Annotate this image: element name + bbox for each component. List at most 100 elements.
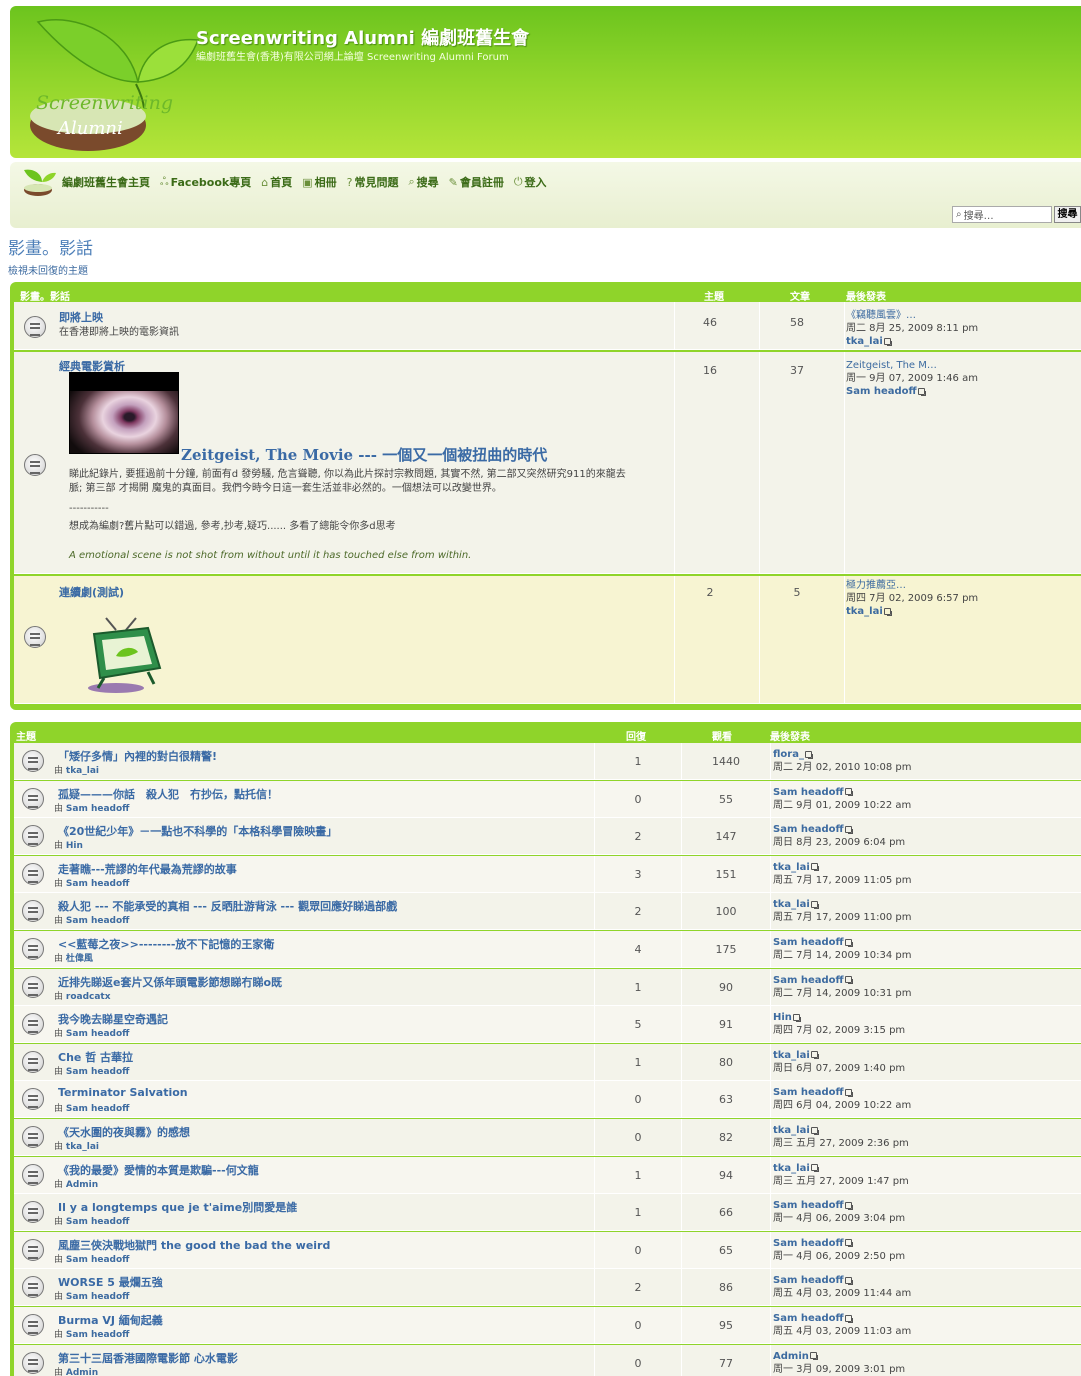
goto-post-icon[interactable]: [810, 1051, 819, 1060]
topic-title[interactable]: 《20世紀少年》－一點也不科學的「本格科學冒險映畫」: [58, 823, 337, 839]
topic-author[interactable]: Sam headoff: [66, 1330, 130, 1340]
last-post-user[interactable]: tka_lai: [773, 1163, 810, 1174]
topic-title[interactable]: <<藍莓之夜>>--------放不下記憶的王家衛: [58, 936, 274, 952]
nav-link-login[interactable]: ⏻ 登入: [514, 174, 547, 190]
last-post-user[interactable]: Sam headoff: [773, 787, 844, 798]
last-post-user[interactable]: tka_lai: [846, 606, 883, 617]
topic-row[interactable]: 「矮仔多情」內裡的對白很精警! 由 tka_lai 1 1440 flora_ 周二 2月…: [14, 743, 1081, 780]
last-post-user[interactable]: Hin: [773, 1012, 792, 1023]
topic-author[interactable]: Sam headoff: [66, 1217, 130, 1227]
forum-title[interactable]: 連續劇(測試): [59, 584, 124, 600]
last-post-user[interactable]: tka_lai: [846, 336, 883, 347]
topic-author[interactable]: Sam headoff: [66, 804, 130, 814]
topic-title[interactable]: 第三十三屆香港國際電影節 心水電影: [58, 1350, 238, 1366]
page-title[interactable]: 影畫。影話: [8, 234, 93, 259]
topic-author[interactable]: Sam headoff: [66, 1067, 130, 1077]
topic-row[interactable]: 風塵三俠決戰地獄門 the good the bad the weird 由 Sa…: [14, 1231, 1081, 1269]
topic-title[interactable]: 《天水圍的夜與霧》的感想: [58, 1124, 190, 1140]
site-logo[interactable]: Screenwriting Alumni: [18, 12, 208, 152]
goto-post-icon[interactable]: [792, 1013, 801, 1022]
goto-post-icon[interactable]: [810, 1126, 819, 1135]
last-post-user[interactable]: Sam headoff: [773, 937, 844, 948]
goto-post-icon[interactable]: [844, 938, 853, 947]
topic-title[interactable]: 風塵三俠決戰地獄門 the good the bad the weird: [58, 1237, 330, 1253]
topic-row[interactable]: WORSE 5 最爛五強由 Sam headoff 2 86 Sam headoff 周…: [14, 1269, 1081, 1307]
last-post-user[interactable]: tka_lai: [773, 899, 810, 910]
last-post-user[interactable]: flora_: [773, 749, 804, 760]
last-post-user[interactable]: Sam headoff: [773, 824, 844, 835]
goto-post-icon[interactable]: [844, 1201, 853, 1210]
topic-title[interactable]: 我今晚去睇星空奇遇記: [58, 1011, 168, 1027]
topic-title[interactable]: Il y a longtemps que je t'aime別問愛是誰: [58, 1199, 297, 1215]
last-post-title[interactable]: 極力推薦亞…: [846, 579, 978, 592]
topic-author[interactable]: Sam headoff: [66, 1292, 130, 1302]
nav-link-faq[interactable]: ? 常見問題: [347, 174, 399, 190]
last-post-user[interactable]: Sam headoff: [773, 1087, 844, 1098]
topic-title[interactable]: Terminator Salvation: [58, 1086, 188, 1099]
unanswered-topics-link[interactable]: 檢視未回復的主題: [8, 262, 88, 277]
forum-headline[interactable]: Zeitgeist, The Movie --- 一個又一個被扭曲的時代: [181, 444, 547, 465]
nav-link-index[interactable]: ⌂ 首頁: [261, 174, 292, 190]
topic-row[interactable]: 《我的最愛》愛情的本質是欺騙---何文龍由 Admin 1 94 tka_lai 周三 …: [14, 1156, 1081, 1194]
topic-title[interactable]: 殺人犯 --- 不能承受的真相 --- 反晒肚游背泳 --- 觀眾回應好睇過部戲: [58, 898, 397, 914]
forum-row[interactable]: 即將上映 在香港即將上映的電影資訊 46 58 《竊聽風雲》… 周二 8月 25…: [14, 302, 1081, 350]
topic-author[interactable]: tka_lai: [66, 1142, 99, 1152]
topic-author[interactable]: Hin: [66, 841, 83, 851]
goto-post-icon[interactable]: [917, 387, 926, 396]
goto-post-icon[interactable]: [844, 1088, 853, 1097]
goto-post-icon[interactable]: [844, 1314, 853, 1323]
topic-row[interactable]: 近排先睇返e套片又係年頭電影節想睇冇睇o既由 roadcatx 1 90 Sam he…: [14, 968, 1081, 1006]
topic-author[interactable]: 杜偉風: [66, 954, 93, 964]
nav-link-album[interactable]: ▣ 相冊: [302, 174, 336, 190]
topic-row[interactable]: Terminator Salvation 由 Sam headoff 0 63 Sam …: [14, 1081, 1081, 1119]
goto-post-icon[interactable]: [804, 750, 813, 759]
last-post-user[interactable]: Sam headoff: [773, 1313, 844, 1324]
nav-link-register[interactable]: ✎ 會員註冊: [449, 174, 504, 190]
topic-row[interactable]: Che 哲 古華拉由 Sam headoff 1 80 tka_lai 周日 6月 07…: [14, 1043, 1081, 1081]
forum-row[interactable]: 經典電影賞析 Zeitgeist, The Movie --- 一個又一個被扭曲…: [14, 352, 1081, 574]
topic-row[interactable]: 殺人犯 --- 不能承受的真相 --- 反晒肚游背泳 --- 觀眾回應好睇過部戲…: [14, 893, 1081, 931]
nav-link-search[interactable]: ⌕ 搜尋: [408, 174, 438, 190]
topic-row[interactable]: 第三十三屆香港國際電影節 心水電影由 Admin 0 77 Admin 周一 3月 09…: [14, 1344, 1081, 1376]
last-post-user[interactable]: tka_lai: [773, 862, 810, 873]
goto-post-icon[interactable]: [844, 976, 853, 985]
topic-author[interactable]: roadcatx: [66, 992, 111, 1002]
last-post-title[interactable]: Zeitgeist, The M…: [846, 359, 978, 372]
forum-row[interactable]: 連續劇(測試) 2 5 極力推薦亞… 周四 7月 02, 2009 6:57 p…: [14, 576, 1081, 704]
topic-title[interactable]: Burma VJ 緬甸起義: [58, 1312, 163, 1328]
topic-author[interactable]: Sam headoff: [66, 1029, 130, 1039]
nav-link-home[interactable]: 編劇班舊生會主頁: [60, 174, 150, 190]
topic-row[interactable]: 走著瞧---荒謬的年代最為荒謬的故事由 Sam headoff 3 151 tka_l…: [14, 855, 1081, 893]
goto-post-icon[interactable]: [810, 900, 819, 909]
topic-title[interactable]: WORSE 5 最爛五強: [58, 1274, 163, 1290]
topic-row[interactable]: 《20世紀少年》－一點也不科學的「本格科學冒險映畫」由 Hin 2 147 Sam h…: [14, 818, 1081, 856]
goto-post-icon[interactable]: [844, 825, 853, 834]
search-button[interactable]: 搜尋: [1054, 206, 1081, 223]
topic-title[interactable]: Che 哲 古華拉: [58, 1049, 133, 1065]
goto-post-icon[interactable]: [809, 1352, 818, 1361]
topic-title[interactable]: 「矮仔多情」內裡的對白很精警!: [58, 748, 217, 764]
last-post-user[interactable]: Sam headoff: [773, 975, 844, 986]
topic-author[interactable]: Admin: [66, 1180, 98, 1190]
topic-author[interactable]: Admin: [66, 1368, 98, 1376]
last-post-user[interactable]: Sam headoff: [846, 386, 917, 397]
topic-author[interactable]: Sam headoff: [66, 879, 130, 889]
topic-row[interactable]: <<藍莓之夜>>--------放不下記憶的王家衛由 杜偉風 4 175 Sam he…: [14, 931, 1081, 968]
last-post-user[interactable]: Sam headoff: [773, 1238, 844, 1249]
last-post-user[interactable]: Sam headoff: [773, 1200, 844, 1211]
site-title[interactable]: Screenwriting Alumni 編劇班舊生會: [196, 24, 529, 50]
nav-link-facebook[interactable]: ஃ Facebook專頁: [160, 174, 251, 190]
topic-row[interactable]: Il y a longtemps que je t'aime別問愛是誰由 Sam…: [14, 1194, 1081, 1232]
topic-row[interactable]: Burma VJ 緬甸起義由 Sam headoff 0 95 Sam headoff…: [14, 1307, 1081, 1344]
topic-author[interactable]: Sam headoff: [66, 916, 130, 926]
goto-post-icon[interactable]: [844, 1239, 853, 1248]
goto-post-icon[interactable]: [844, 1276, 853, 1285]
last-post-user[interactable]: tka_lai: [773, 1125, 810, 1136]
topic-author[interactable]: tka_lai: [66, 766, 99, 776]
last-post-user[interactable]: tka_lai: [773, 1050, 810, 1061]
topic-title[interactable]: 《我的最愛》愛情的本質是欺騙---何文龍: [58, 1162, 259, 1178]
topic-row[interactable]: 孤疑———你話 殺人犯 冇抄伝，點托信！由 Sam headoff 0 55 Sam …: [14, 780, 1081, 818]
topic-author[interactable]: Sam headoff: [66, 1104, 130, 1114]
goto-post-icon[interactable]: [810, 1164, 819, 1173]
search-input[interactable]: ⌕ 搜尋…: [952, 206, 1052, 223]
